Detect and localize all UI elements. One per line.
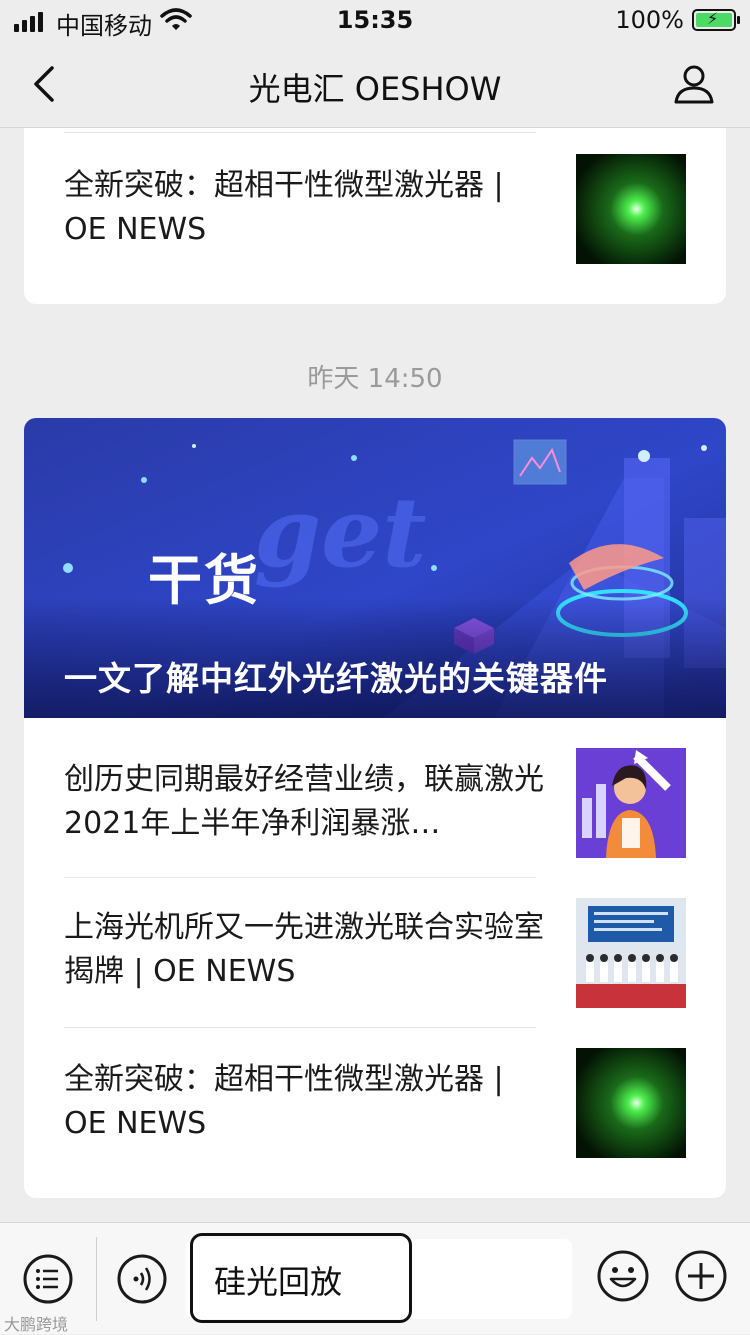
emoji-icon[interactable]	[596, 1249, 650, 1303]
nav-bar: 光电汇 OESHOW	[0, 42, 750, 128]
article-title: 创历史同期最好经营业绩，联赢激光 2021年上半年净利润暴涨…	[64, 762, 544, 841]
watermark: 大鹏跨境	[4, 1315, 69, 1334]
bottom-input-bar: 硅光回放 大鹏跨境	[0, 1222, 750, 1334]
article-thumbnail-laser	[576, 1048, 686, 1158]
article-item[interactable]: 全新突破：超相干性微型激光器 | OE NEWS	[64, 128, 686, 304]
previous-article-card[interactable]: 全新突破：超相干性微型激光器 | OE NEWS	[24, 128, 726, 304]
article-item[interactable]: 创历史同期最好经营业绩，联赢激光 2021年上半年净利润暴涨…	[64, 718, 686, 878]
cover-article[interactable]: get 干货 一文了解中红外光纤激光的关键器件	[24, 418, 726, 718]
article-title: 全新突破：超相干性微型激光器 | OE NEWS	[64, 1062, 504, 1141]
article-group-card[interactable]: get 干货 一文了解中红外光纤激光的关键器件 创历史同期最好经营业绩，联赢激光…	[24, 418, 726, 1198]
cover-tag: 干货	[148, 549, 260, 612]
article-thumbnail-cartoon	[576, 748, 686, 858]
page-title: 光电汇 OESHOW	[248, 70, 502, 108]
article-thumbnail-ceremony	[576, 898, 686, 1008]
divider	[64, 132, 536, 133]
battery-percentage: 100%	[615, 6, 684, 34]
message-feed[interactable]: 全新突破：超相干性微型激光器 | OE NEWS 昨天 14:50 干货 一文了…	[0, 128, 750, 1222]
voice-icon[interactable]	[116, 1253, 168, 1305]
timestamp: 昨天 14:50	[307, 364, 443, 394]
plus-icon[interactable]	[674, 1249, 728, 1303]
article-title: 上海光机所又一先进激光联合实验室揭牌 | OE NEWS	[64, 910, 544, 989]
message-input-text[interactable]: 硅光回放	[214, 1257, 342, 1303]
article-title: 全新突破：超相干性微型激光器 | OE NEWS	[64, 168, 504, 247]
menu-icon[interactable]	[22, 1253, 74, 1305]
profile-icon[interactable]	[672, 62, 716, 106]
article-item[interactable]: 上海光机所又一先进激光联合实验室揭牌 | OE NEWS	[64, 878, 686, 1028]
divider	[96, 1237, 97, 1321]
article-item[interactable]: 全新突破：超相干性微型激光器 | OE NEWS	[64, 1028, 686, 1198]
status-bar: 中国移动 15:35 100%	[0, 0, 750, 42]
battery-icon	[692, 9, 740, 31]
cover-headline: 一文了解中红外光纤激光的关键器件	[64, 659, 608, 698]
article-thumbnail-laser	[576, 154, 686, 264]
